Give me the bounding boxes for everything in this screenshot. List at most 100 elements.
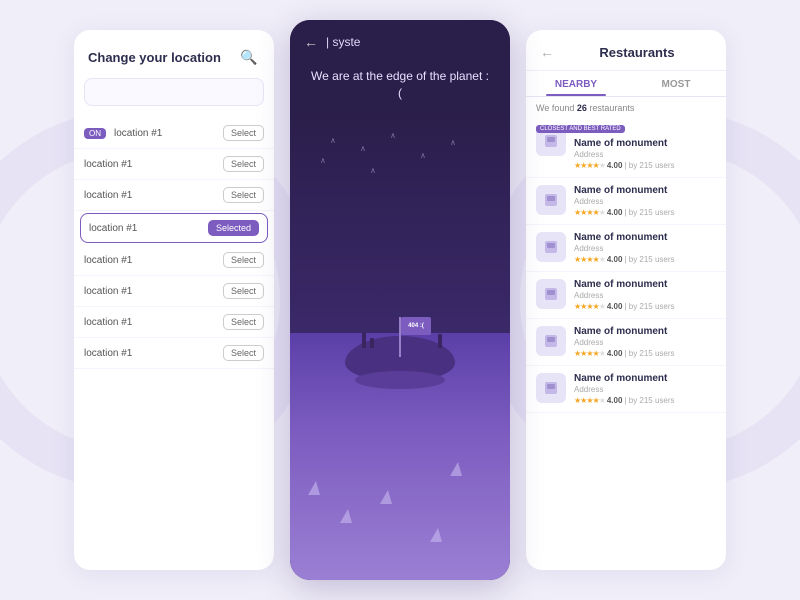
restaurant-item-1[interactable]: Name of monumentAddress★★★★★4.00 | by 21… xyxy=(526,178,726,225)
location-item-2[interactable]: location #1Select xyxy=(74,180,274,211)
location-item-4[interactable]: location #1 Select xyxy=(74,245,274,276)
restaurant-info: Name of monumentAddress ★★★★★4.00 | by 21… xyxy=(574,138,716,170)
location-select-button[interactable]: Select xyxy=(223,252,264,268)
restaurant-rating: ★★★★★4.00 | by 215 users xyxy=(574,302,716,311)
restaurant-item-3[interactable]: Name of monumentAddress★★★★★4.00 | by 21… xyxy=(526,272,726,319)
restaurant-address: Address xyxy=(574,150,716,159)
restaurant-name: Name of monument xyxy=(574,232,716,243)
bird-icon: ∧ xyxy=(370,166,376,175)
location-item-7[interactable]: location #1 Select xyxy=(74,338,274,369)
rating-users: | by 215 users xyxy=(624,255,674,264)
restaurant-address: Address xyxy=(574,338,716,347)
location-select-button[interactable]: Select xyxy=(223,156,264,172)
middle-panel: ← | syste We are at the edge of the plan… xyxy=(290,20,510,580)
location-name-row: ONlocation #1 xyxy=(84,128,162,139)
rating-users: | by 215 users xyxy=(624,396,674,405)
right-back-arrow-icon[interactable]: ← xyxy=(540,44,554,60)
restaurant-item-0[interactable]: CLOSEST AND BEST RATED Name of monumentAd… xyxy=(526,119,726,178)
shark-fin-2 xyxy=(340,509,352,523)
location-name-row: location #1 xyxy=(84,159,132,170)
location-item-3[interactable]: location #1 Selected xyxy=(80,213,268,243)
restaurant-rating: ★★★★★4.00 | by 215 users xyxy=(574,161,716,170)
bird-icon: ∧ xyxy=(390,131,396,140)
restaurant-item-5[interactable]: Name of monumentAddress ★★★★★4.00 | by 21… xyxy=(526,366,726,413)
restaurant-thumbnail xyxy=(536,279,566,309)
star-icons: ★★★★★ xyxy=(574,161,605,170)
location-label: location #1 xyxy=(84,317,132,328)
location-label: location #1 xyxy=(84,286,132,297)
rating-users: | by 215 users xyxy=(624,161,674,170)
location-label: location #1 xyxy=(84,255,132,266)
rating-users: | by 215 users xyxy=(624,208,674,217)
rating-number: 4.00 xyxy=(607,255,623,264)
rating-number: 4.00 xyxy=(607,302,623,311)
location-item-1[interactable]: location #1 Select xyxy=(74,149,274,180)
restaurant-item-2[interactable]: Name of monumentAddress★★★★★4.00 | by 21… xyxy=(526,225,726,272)
restaurant-list: CLOSEST AND BEST RATEDName of monumentAd… xyxy=(526,117,726,570)
illustration-area: ∧ ∧ ∧ ∧ ∧ ∧ ∧ 404 :( xyxy=(290,106,510,580)
location-item-5[interactable]: location #1 Select xyxy=(74,276,274,307)
star-icons: ★★★★★ xyxy=(574,349,605,358)
bird-icon: ∧ xyxy=(330,136,336,145)
left-panel-title: Change your location xyxy=(88,50,221,65)
location-tag: ON xyxy=(84,128,106,139)
restaurant-address: Address xyxy=(574,244,716,253)
shark-fin-5 xyxy=(380,490,392,504)
back-arrow-icon[interactable]: ← xyxy=(304,34,318,50)
bird-icon: ∧ xyxy=(320,156,326,165)
tab-nearby[interactable]: NEARBY xyxy=(526,71,626,96)
location-label: location #1 xyxy=(84,159,132,170)
flag-pole: 404 :( xyxy=(399,317,401,357)
restaurant-info: Name of monumentAddress ★★★★★4.00 | by 21… xyxy=(574,326,716,358)
location-label: location #1 xyxy=(84,348,132,359)
location-select-button[interactable]: Select xyxy=(223,345,264,361)
location-list: ONlocation #1Selectlocation #1Selectloca… xyxy=(74,114,274,570)
location-select-button[interactable]: Select xyxy=(223,283,264,299)
restaurant-name: Name of monument xyxy=(574,185,716,196)
restaurant-info: Name of monumentAddress★★★★★4.00 | by 21… xyxy=(574,232,716,264)
restaurant-info: Name of monumentAddress★★★★★4.00 | by 21… xyxy=(574,185,716,217)
location-name-row: location #1 xyxy=(84,348,132,359)
stump-2 xyxy=(370,338,374,348)
restaurant-thumbnail xyxy=(536,232,566,262)
restaurant-rating: ★★★★★4.00 | by 215 users xyxy=(574,349,716,358)
shark-fin-3 xyxy=(450,462,462,476)
middle-header: ← | syste xyxy=(290,20,510,58)
middle-panel-title: | syste xyxy=(326,35,360,49)
restaurant-name: Name of monument xyxy=(574,138,716,149)
featured-badge: CLOSEST AND BEST RATED xyxy=(536,125,625,133)
location-select-button[interactable]: Select xyxy=(223,314,264,330)
search-input[interactable] xyxy=(84,78,264,106)
location-select-button[interactable]: Select xyxy=(223,187,264,203)
star-icons: ★★★★★ xyxy=(574,396,605,405)
location-name-row: location #1 xyxy=(84,255,132,266)
error-message: We are at the edge of the planet :( xyxy=(290,58,510,106)
rating-users: | by 215 users xyxy=(624,349,674,358)
search-icon[interactable]: 🔍 xyxy=(238,46,260,68)
location-item-0[interactable]: ONlocation #1 Select xyxy=(74,118,274,149)
location-select-button[interactable]: Selected xyxy=(208,220,259,236)
star-icons: ★★★★★ xyxy=(574,302,605,311)
stump-3 xyxy=(438,334,442,348)
right-panel-title: Restaurants xyxy=(562,45,712,60)
restaurant-name: Name of monument xyxy=(574,326,716,337)
restaurant-address: Address xyxy=(574,291,716,300)
rating-number: 4.00 xyxy=(607,208,623,217)
rating-number: 4.00 xyxy=(607,396,623,405)
location-name-row: location #1 xyxy=(84,286,132,297)
restaurant-info: Name of monumentAddress★★★★★4.00 | by 21… xyxy=(574,279,716,311)
shark-fin-4 xyxy=(430,528,442,542)
bird-icon: ∧ xyxy=(360,144,366,153)
left-header: Change your location 🔍 xyxy=(74,30,274,78)
restaurant-item-4[interactable]: Name of monumentAddress ★★★★★4.00 | by 21… xyxy=(526,319,726,366)
bird-icon: ∧ xyxy=(450,138,456,147)
flag: 404 :( xyxy=(401,317,431,335)
location-select-button[interactable]: Select xyxy=(223,125,264,141)
results-count: We found 26 restaurants xyxy=(526,97,726,117)
location-label: location #1 xyxy=(89,223,137,234)
location-item-6[interactable]: location #1 Select xyxy=(74,307,274,338)
restaurant-name: Name of monument xyxy=(574,373,716,384)
tab-most[interactable]: MOST xyxy=(626,71,726,96)
restaurant-address: Address xyxy=(574,385,716,394)
star-icons: ★★★★★ xyxy=(574,208,605,217)
